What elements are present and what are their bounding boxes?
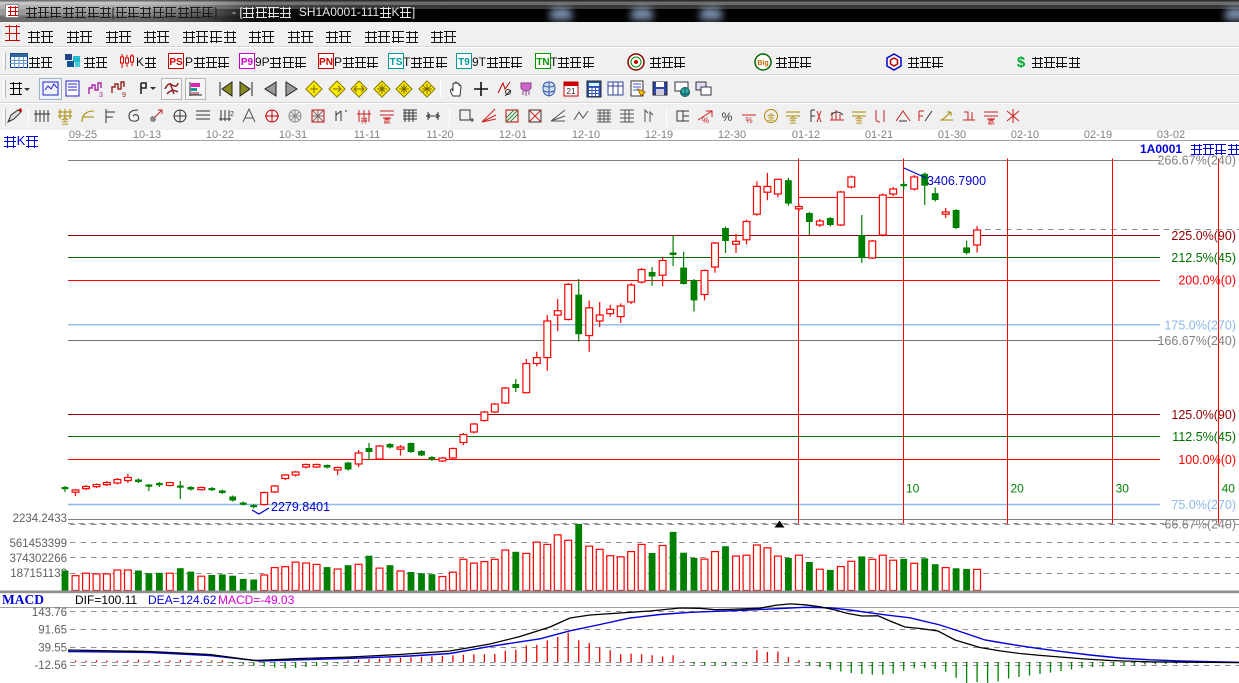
svg-text:143.76: 143.76 [32, 607, 67, 619]
svg-text:02-19: 02-19 [1084, 129, 1112, 141]
svg-text:2234.2433: 2234.2433 [13, 513, 67, 525]
svg-text:187151133: 187151133 [10, 568, 67, 580]
svg-text:1A0001: 1A0001 [1140, 142, 1182, 156]
svg-text:12-10: 12-10 [572, 129, 600, 141]
svg-text:12-30: 12-30 [718, 129, 746, 141]
svg-text:166.67%(240): 166.67%(240) [1157, 334, 1236, 348]
svg-text:DEA=124.62: DEA=124.62 [148, 593, 217, 607]
svg-text:10-22: 10-22 [206, 129, 234, 141]
svg-text:112.5%(45): 112.5%(45) [1172, 430, 1236, 444]
svg-text:12-19: 12-19 [645, 129, 673, 141]
svg-text:561453399: 561453399 [9, 538, 67, 550]
svg-text:02-10: 02-10 [1011, 129, 1039, 141]
svg-text:DIF=100.11: DIF=100.11 [75, 593, 137, 607]
svg-text:175.0%(270): 175.0%(270) [1164, 318, 1236, 332]
svg-text:MACD=-49.03: MACD=-49.03 [218, 593, 295, 607]
svg-text:09-25: 09-25 [69, 129, 97, 141]
svg-text:12-01: 12-01 [499, 129, 527, 141]
svg-text:374302266: 374302266 [9, 553, 67, 565]
svg-text:39.55: 39.55 [38, 642, 67, 654]
svg-text:11-11: 11-11 [354, 129, 381, 141]
svg-text:125.0%(90): 125.0%(90) [1171, 408, 1236, 422]
svg-text:200.0%(0): 200.0%(0) [1178, 274, 1236, 288]
svg-text:03-02: 03-02 [1157, 129, 1185, 141]
svg-text:10-31: 10-31 [279, 129, 307, 141]
svg-text:MACD: MACD [2, 592, 44, 607]
svg-text:01-12: 01-12 [792, 129, 820, 141]
svg-text:11-20: 11-20 [426, 129, 453, 141]
svg-text:10-13: 10-13 [133, 129, 161, 141]
svg-text:91.65: 91.65 [38, 625, 67, 637]
svg-text:10: 10 [906, 482, 920, 496]
svg-text:40: 40 [1222, 482, 1236, 496]
svg-text:01-21: 01-21 [865, 129, 893, 141]
svg-text:-12.56: -12.56 [34, 660, 67, 672]
svg-text:225.0%(90): 225.0%(90) [1171, 229, 1236, 243]
svg-text:20: 20 [1011, 482, 1025, 496]
svg-text:100.0%(0): 100.0%(0) [1178, 453, 1236, 467]
svg-text:3406.7900: 3406.7900 [927, 174, 986, 188]
svg-text:2279.8401: 2279.8401 [271, 500, 330, 514]
svg-text:212.5%(45): 212.5%(45) [1171, 251, 1236, 265]
svg-text:75.0%(270): 75.0%(270) [1171, 498, 1236, 512]
svg-text:30: 30 [1116, 482, 1130, 496]
svg-text:01-30: 01-30 [938, 129, 966, 141]
